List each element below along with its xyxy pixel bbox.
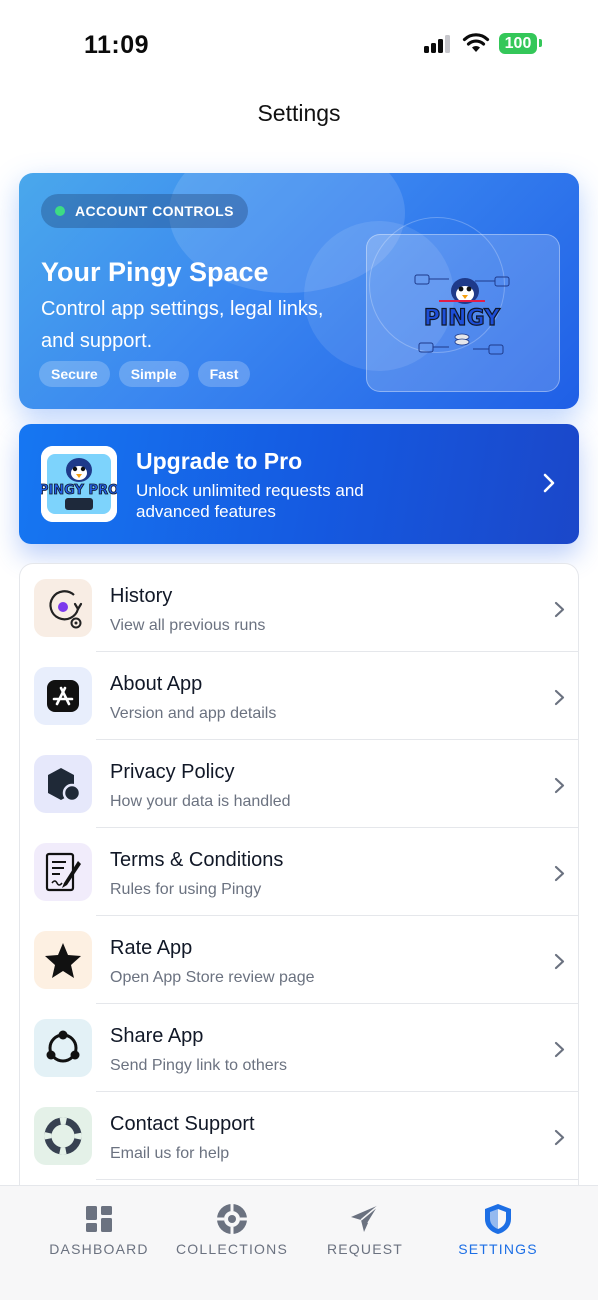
list-item-subtitle: Version and app details: [110, 705, 277, 722]
star-icon: [34, 931, 92, 989]
chevron-right-icon: [554, 1129, 565, 1146]
chevron-right-icon: [554, 953, 565, 970]
dashboard-icon: [86, 1206, 112, 1232]
list-item-about-app[interactable]: About App Version and app details: [20, 652, 578, 740]
chevron-right-icon: [554, 865, 565, 882]
list-item-terms-conditions[interactable]: Terms & Conditions Rules for using Pingy: [20, 828, 578, 916]
shield-icon: [485, 1204, 511, 1234]
chevron-right-icon: [554, 1041, 565, 1058]
collections-icon: [216, 1203, 248, 1235]
list-item-history[interactable]: History View all previous runs: [20, 564, 578, 652]
list-item-title: Share App: [110, 1025, 204, 1047]
upgrade-title: Upgrade to Pro: [136, 448, 303, 474]
chevron-right-icon: [554, 777, 565, 794]
paper-plane-icon: [351, 1204, 380, 1232]
hero-subtitle: Control app settings, legal links, and s…: [41, 298, 324, 352]
tab-label: COLLECTIONS: [176, 1241, 288, 1257]
pingy-pro-app-icon: PINGY PRO: [41, 446, 117, 522]
list-item-title: Terms & Conditions: [110, 849, 284, 871]
list-item-contact-support[interactable]: Contact Support Email us for help: [20, 1092, 578, 1180]
status-dot: [55, 206, 65, 216]
logo-glass-panel: PINGY: [366, 234, 560, 392]
tag-secure: Secure: [39, 361, 110, 387]
list-item-title: Contact Support: [110, 1113, 255, 1135]
privacy-shield-icon: [34, 755, 92, 813]
badge-label: ACCOUNT CONTROLS: [75, 203, 234, 219]
chevron-right-icon: [543, 473, 555, 493]
chevron-right-icon: [554, 601, 565, 618]
list-item-title: Privacy Policy: [110, 761, 235, 783]
wifi-icon: [462, 33, 490, 52]
list-item-privacy-policy[interactable]: Privacy Policy How your data is handled: [20, 740, 578, 828]
account-controls-card: ACCOUNT CONTROLS Your Pingy Space Contro…: [19, 173, 579, 409]
list-item-subtitle: Open App Store review page: [110, 969, 315, 986]
cellular-signal-icon: [424, 35, 454, 53]
tab-collections[interactable]: COLLECTIONS: [157, 1186, 307, 1266]
tab-request[interactable]: REQUEST: [290, 1186, 440, 1266]
tag-simple: Simple: [118, 361, 189, 387]
status-time: 11:09: [84, 31, 150, 59]
list-item-rate-app[interactable]: Rate App Open App Store review page: [20, 916, 578, 1004]
list-item-subtitle: View all previous runs: [110, 617, 266, 634]
tab-settings[interactable]: SETTINGS: [423, 1186, 573, 1266]
upgrade-subtitle: Unlock unlimited requests and advanced f…: [136, 481, 364, 521]
document-sign-icon: [34, 843, 92, 901]
battery-tip: [539, 39, 542, 47]
chevron-right-icon: [554, 689, 565, 706]
tab-label: REQUEST: [326, 1241, 404, 1257]
hero-title: Your Pingy Space: [41, 257, 269, 287]
list-item-title: History: [110, 585, 173, 607]
history-icon: [34, 579, 92, 637]
status-bar: 11:09 100: [0, 0, 598, 88]
list-item-subtitle: Send Pingy link to others: [110, 1057, 287, 1074]
lifebuoy-icon: [34, 1107, 92, 1165]
settings-list: History View all previous runs About App…: [19, 563, 579, 1203]
pingy-logo-text: PINGY: [424, 306, 501, 331]
upgrade-to-pro-button[interactable]: PINGY PRO Upgrade to Pro Unlock unlimite…: [19, 424, 579, 544]
tag-fast: Fast: [197, 361, 251, 387]
account-controls-badge: ACCOUNT CONTROLS: [41, 194, 248, 228]
divider: [96, 1179, 578, 1180]
battery-indicator: 100: [499, 33, 537, 54]
app-store-icon: [34, 667, 92, 725]
list-item-subtitle: How your data is handled: [110, 793, 291, 810]
list-item-subtitle: Rules for using Pingy: [110, 881, 262, 898]
pro-icon-text: PINGY PRO: [41, 483, 117, 498]
hero-tags: Secure Simple Fast: [39, 361, 251, 387]
list-item-subtitle: Email us for help: [110, 1145, 230, 1162]
tab-bar: DASHBOARD COLLECTIONS REQUEST SETTINGS: [0, 1185, 598, 1300]
list-item-title: Rate App: [110, 937, 193, 959]
pingy-logo: PINGY: [414, 274, 510, 355]
list-item-title: About App: [110, 673, 203, 695]
list-item-share-app[interactable]: Share App Send Pingy link to others: [20, 1004, 578, 1092]
tab-dashboard[interactable]: DASHBOARD: [24, 1186, 174, 1266]
share-icon: [34, 1019, 92, 1077]
tab-label: SETTINGS: [458, 1241, 538, 1257]
page-title: Settings: [257, 100, 341, 126]
tab-label: DASHBOARD: [49, 1241, 149, 1257]
